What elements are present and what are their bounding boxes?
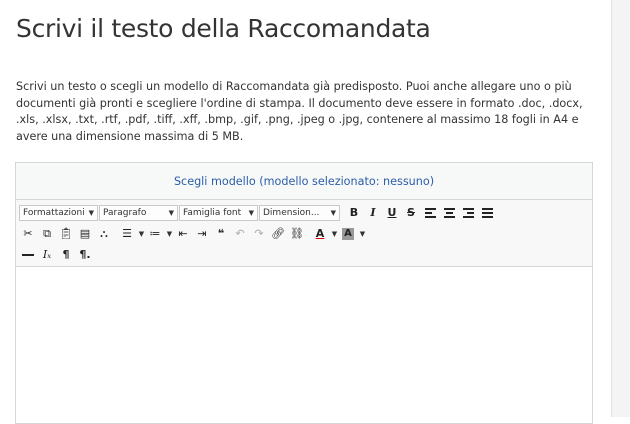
ltr-button[interactable]: ¶ bbox=[57, 246, 75, 263]
binoculars-icon: ⛬ bbox=[100, 226, 108, 240]
bullet-list-dropdown[interactable]: ▼ bbox=[137, 230, 146, 238]
horizontal-rule-icon bbox=[22, 253, 34, 256]
formats-dropdown[interactable]: Formattazioni ▼ bbox=[19, 204, 98, 221]
clear-formatting-button[interactable]: Iₓ bbox=[38, 246, 56, 263]
indent-icon: ⇥ bbox=[197, 227, 207, 240]
outdent-button[interactable]: ⇤ bbox=[174, 225, 192, 242]
align-center-button[interactable] bbox=[440, 204, 458, 221]
outdent-icon: ⇤ bbox=[178, 227, 188, 240]
rich-text-editor: Scegli modello (modello selezionato: nes… bbox=[15, 162, 593, 424]
chevron-down-icon: ▼ bbox=[330, 208, 336, 217]
page-title: Scrivi il testo della Raccomandata bbox=[16, 14, 431, 43]
paste-text-icon: ▤ bbox=[79, 227, 91, 240]
align-justify-icon bbox=[481, 207, 493, 218]
find-button[interactable]: ⛬ bbox=[95, 225, 113, 242]
paragraph-dropdown[interactable]: Paragrafo ▼ bbox=[99, 204, 178, 221]
chevron-down-icon: ▼ bbox=[248, 208, 254, 217]
redo-button[interactable]: ↷ bbox=[250, 225, 268, 242]
copy-button[interactable]: ⧉ bbox=[38, 225, 56, 242]
indent-button[interactable]: ⇥ bbox=[193, 225, 211, 242]
strikethrough-button[interactable]: S bbox=[402, 204, 420, 221]
redo-icon: ↷ bbox=[254, 227, 264, 240]
chevron-down-icon: ▼ bbox=[88, 208, 94, 217]
numbered-list-button[interactable]: ≔ bbox=[146, 225, 164, 242]
background-color-icon: A bbox=[342, 227, 354, 240]
link-button[interactable]: 🔗︎ bbox=[269, 225, 287, 242]
editor-toolbar: Formattazioni ▼ Paragrafo ▼ Famiglia fon… bbox=[16, 200, 592, 267]
unlink-button[interactable]: ⛓ bbox=[288, 225, 306, 242]
underline-button[interactable]: U bbox=[383, 204, 401, 221]
chevron-down-icon: ▼ bbox=[168, 208, 174, 217]
align-left-icon bbox=[424, 207, 436, 218]
numbered-list-icon: ≔ bbox=[149, 227, 161, 240]
align-right-button[interactable] bbox=[459, 204, 477, 221]
align-center-icon bbox=[443, 207, 455, 218]
editor-content-area[interactable] bbox=[16, 267, 592, 417]
unlink-icon: ⛓ bbox=[290, 227, 304, 240]
font-family-dropdown[interactable]: Famiglia font ▼ bbox=[179, 204, 258, 221]
font-family-dropdown-label: Famiglia font bbox=[183, 207, 242, 218]
undo-button[interactable]: ↶ bbox=[231, 225, 249, 242]
paragraph-ltr-icon: ¶ bbox=[62, 248, 70, 261]
link-icon: 🔗︎ bbox=[271, 227, 285, 240]
blockquote-button[interactable]: ❝ bbox=[212, 225, 230, 242]
paste-button[interactable]: 📋︎ bbox=[57, 225, 75, 242]
align-right-icon bbox=[462, 207, 474, 218]
clear-formatting-icon: Iₓ bbox=[42, 248, 52, 261]
choose-model-button[interactable]: Scegli modello (modello selezionato: nes… bbox=[16, 163, 592, 200]
copy-icon: ⧉ bbox=[43, 226, 51, 240]
numbered-list-dropdown[interactable]: ▼ bbox=[165, 230, 174, 238]
italic-button[interactable]: I bbox=[364, 204, 382, 221]
text-color-dropdown[interactable]: ▼ bbox=[330, 230, 339, 238]
bullet-list-icon: ☰ bbox=[122, 227, 132, 240]
bold-button[interactable]: B bbox=[345, 204, 363, 221]
toolbar-row-1: Formattazioni ▼ Paragrafo ▼ Famiglia fon… bbox=[19, 203, 589, 222]
font-size-dropdown-label: Dimension... bbox=[263, 207, 320, 218]
page-description: Scrivi un testo o scegli un modello di R… bbox=[16, 80, 583, 143]
toolbar-row-3: Iₓ ¶ ¶. bbox=[19, 245, 589, 264]
page-scrollbar-edge bbox=[611, 0, 630, 417]
show-blocks-button[interactable]: ¶. bbox=[76, 246, 94, 263]
paste-text-button[interactable]: ▤ bbox=[76, 225, 94, 242]
text-color-button[interactable]: A bbox=[311, 225, 329, 242]
align-justify-button[interactable] bbox=[478, 204, 496, 221]
align-left-button[interactable] bbox=[421, 204, 439, 221]
font-size-dropdown[interactable]: Dimension... ▼ bbox=[259, 204, 340, 221]
scissors-icon: ✂ bbox=[23, 227, 33, 240]
undo-icon: ↶ bbox=[235, 227, 245, 240]
cut-button[interactable]: ✂ bbox=[19, 225, 37, 242]
formats-dropdown-label: Formattazioni bbox=[23, 207, 85, 218]
background-color-button[interactable]: A bbox=[339, 225, 357, 242]
horizontal-rule-button[interactable] bbox=[19, 246, 37, 263]
paragraph-dropdown-label: Paragrafo bbox=[103, 207, 147, 218]
quote-icon: ❝ bbox=[217, 227, 225, 240]
paste-icon: 📋︎ bbox=[59, 227, 73, 240]
toolbar-row-2: ✂ ⧉ 📋︎ ▤ ⛬ ☰ ▼ ≔ ▼ ⇤ ⇥ ❝ ↶ ↷ 🔗︎ ⛓ A ▼ A … bbox=[19, 224, 589, 243]
paragraph-mark-icon: ¶. bbox=[79, 248, 91, 261]
bullet-list-button[interactable]: ☰ bbox=[118, 225, 136, 242]
background-color-dropdown[interactable]: ▼ bbox=[358, 230, 367, 238]
